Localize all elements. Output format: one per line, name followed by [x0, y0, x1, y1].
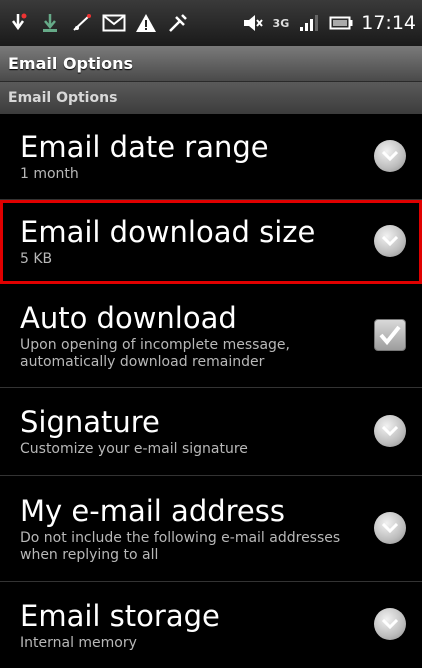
setting-title: My e-mail address	[20, 493, 285, 528]
setting-email-download-size[interactable]: Email download size 5 KB	[0, 200, 422, 284]
setting-summary: 1 month	[20, 166, 79, 182]
battery-icon	[329, 11, 353, 35]
window-title: Email Options	[0, 46, 422, 82]
setting-signature[interactable]: Signature Customize your e-mail signatur…	[0, 388, 422, 476]
notification-icons	[6, 11, 241, 35]
setting-summary: 5 KB	[20, 251, 53, 267]
setting-my-email-address[interactable]: My e-mail address Do not include the fol…	[0, 476, 422, 582]
status-right: 3G 17:14	[241, 11, 416, 35]
checkmark-icon	[379, 325, 401, 345]
chevron-down-icon	[374, 139, 406, 172]
tools-icon	[166, 11, 190, 35]
setting-email-storage[interactable]: Email storage Internal memory	[0, 582, 422, 668]
setting-title: Auto download	[20, 300, 237, 335]
setting-summary: Customize your e-mail signature	[20, 441, 248, 457]
settings-list: Email date range 1 month Email download …	[0, 114, 422, 668]
setting-title: Email download size	[20, 215, 316, 249]
mute-icon	[241, 11, 265, 35]
setting-title: Signature	[20, 405, 160, 439]
setting-summary: Do not include the following e-mail addr…	[20, 529, 341, 563]
chevron-down-icon	[374, 224, 406, 257]
usb-debug-icon	[6, 11, 30, 35]
setting-auto-download[interactable]: Auto download Upon opening of incomplete…	[0, 284, 422, 388]
signal-missed-icon	[70, 11, 94, 35]
setting-title: Email date range	[20, 130, 269, 164]
signal-bars-icon	[297, 11, 321, 35]
3g-icon: 3G	[272, 16, 290, 30]
auto-download-checkbox[interactable]	[374, 318, 406, 351]
setting-title: Email storage	[20, 598, 220, 633]
chevron-down-icon	[374, 511, 406, 544]
setting-summary: Internal memory	[20, 634, 137, 651]
email-icon	[102, 11, 126, 35]
clock: 17:14	[361, 12, 416, 34]
setting-email-date-range[interactable]: Email date range 1 month	[0, 114, 422, 200]
status-bar: 3G 17:14	[0, 0, 422, 46]
chevron-down-icon	[374, 608, 406, 640]
chevron-down-icon	[374, 414, 406, 447]
setting-summary: Upon opening of incomplete message, auto…	[20, 336, 290, 370]
download-icon	[38, 11, 62, 35]
section-header: Email Options	[0, 82, 422, 114]
warning-icon	[134, 11, 158, 35]
